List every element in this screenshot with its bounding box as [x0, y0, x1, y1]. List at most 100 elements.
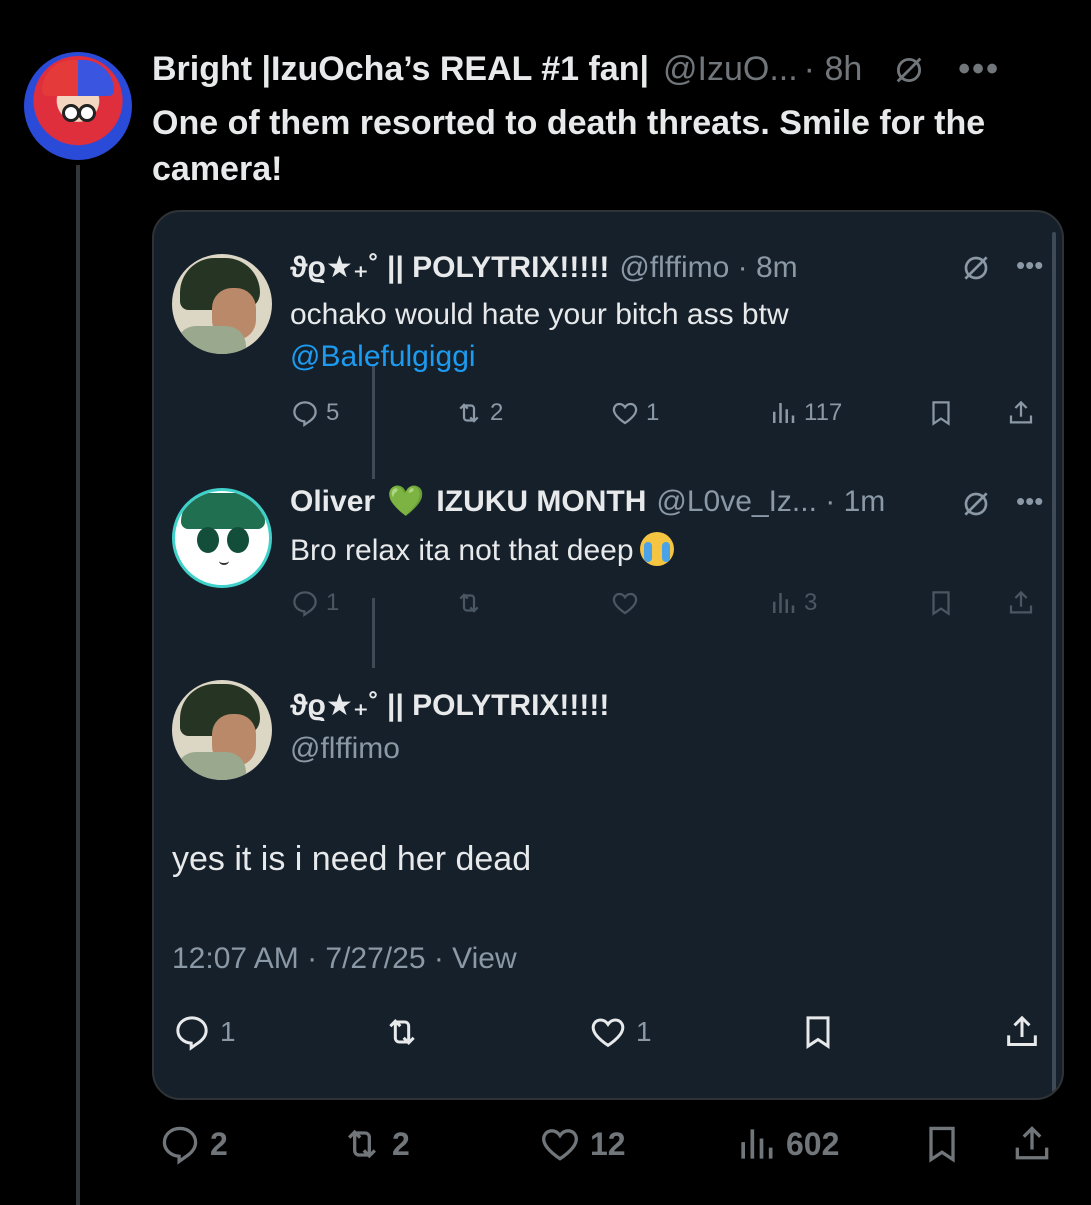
tweet-actions: 1 3 [290, 588, 1050, 628]
tweet-header: ϑϱ★₊˚ || POLYTRIX!!!!! [290, 688, 609, 723]
views-button[interactable]: 602 [734, 1122, 839, 1166]
tweet-timestamp[interactable]: 12:07 AM · 7/27/25 · View [172, 942, 517, 976]
tweet-header: ϑϱ★₊˚ || POLYTRIX!!!!! @flffimo · 8m [290, 250, 798, 285]
bookmark-icon [798, 1012, 838, 1052]
repost-button[interactable] [454, 588, 490, 618]
views-count: 3 [804, 589, 818, 616]
repost-button[interactable]: 2 [340, 1122, 410, 1166]
views-count: 602 [786, 1125, 840, 1162]
share-button[interactable] [1010, 1122, 1062, 1166]
reply-button[interactable]: 2 [158, 1122, 228, 1166]
reply-button[interactable]: 1 [172, 1012, 236, 1052]
author-handle[interactable]: @flffimo [290, 732, 400, 766]
views-button[interactable]: 3 [768, 588, 817, 618]
reply-button[interactable]: 5 [290, 398, 339, 428]
like-icon [610, 588, 640, 618]
repost-button[interactable]: 2 [454, 398, 503, 428]
tweet-actions: 1 1 [172, 1012, 1052, 1062]
mention-link[interactable]: @Balefulgiggi [290, 336, 789, 378]
avatar[interactable] [172, 680, 272, 780]
more-icon[interactable]: ••• [1016, 250, 1043, 281]
thread-line [76, 165, 80, 1205]
author-name[interactable]: Oliver [290, 485, 375, 519]
like-button[interactable] [610, 588, 646, 618]
tweet-text-line: ochako would hate your bitch ass btw [290, 298, 789, 331]
like-count: 1 [636, 1016, 652, 1047]
reply-icon [290, 398, 320, 428]
reply-count: 5 [326, 399, 340, 426]
reply-count: 1 [326, 589, 340, 616]
repost-count: 2 [490, 399, 504, 426]
repost-button[interactable] [382, 1012, 430, 1052]
bookmark-button[interactable] [926, 588, 962, 618]
author-name-suffix[interactable]: IZUKU MONTH [436, 485, 646, 519]
tweet-text: yes it is i need her dead [172, 840, 532, 878]
like-button[interactable]: 1 [610, 398, 659, 428]
avatar[interactable] [24, 52, 132, 160]
bookmark-icon [920, 1122, 964, 1166]
bookmark-button[interactable] [920, 1122, 972, 1166]
like-icon [610, 398, 640, 428]
scrollbar[interactable] [1052, 232, 1056, 1092]
views-icon [734, 1122, 778, 1166]
like-icon [538, 1122, 582, 1166]
avatar-hat [42, 60, 114, 96]
views-button[interactable]: 117 [768, 398, 842, 428]
more-icon[interactable]: ••• [1016, 486, 1043, 517]
repost-icon [382, 1012, 422, 1052]
reply-count: 1 [220, 1016, 236, 1047]
tweet-handle-row: @flffimo [290, 732, 400, 766]
repost-icon [454, 398, 484, 428]
bookmark-icon [926, 398, 956, 428]
views-icon [768, 398, 798, 428]
author-handle[interactable]: @L0ve_Iz... · 1m [656, 485, 885, 519]
repost-count: 2 [392, 1125, 410, 1162]
post-header: Bright |IzuOcha’s REAL #1 fan| @IzuO... … [152, 50, 1000, 89]
author-name[interactable]: ϑϱ★₊˚ || POLYTRIX!!!!! [290, 250, 609, 285]
like-button[interactable]: 12 [538, 1122, 626, 1166]
author-handle[interactable]: @flffimo · 8m [619, 251, 797, 285]
share-icon [1006, 588, 1036, 618]
tweet-text-line: Bro relax ita not that deep [290, 534, 634, 567]
grok-icon[interactable] [960, 488, 992, 520]
avatar[interactable] [172, 254, 272, 354]
author-name[interactable]: ϑϱ★₊˚ || POLYTRIX!!!!! [290, 688, 609, 723]
reply-icon [158, 1122, 202, 1166]
share-button[interactable] [1002, 1012, 1050, 1052]
like-count: 12 [590, 1125, 626, 1162]
like-button[interactable]: 1 [588, 1012, 652, 1052]
reply-icon [172, 1012, 212, 1052]
grok-icon[interactable] [960, 252, 992, 284]
repost-icon [454, 588, 484, 618]
share-button[interactable] [1006, 588, 1042, 618]
share-icon [1002, 1012, 1042, 1052]
post-actions: 2 2 12 602 [150, 1122, 1060, 1172]
reply-button[interactable]: 1 [290, 588, 339, 618]
views-icon [768, 588, 798, 618]
avatar[interactable] [172, 488, 272, 588]
grok-icon[interactable] [892, 53, 926, 87]
bookmark-button[interactable] [926, 398, 962, 428]
post-time[interactable]: · 8h [804, 50, 863, 89]
tweet-text: Bro relax ita not that deep [290, 530, 674, 572]
share-button[interactable] [1006, 398, 1042, 428]
green-heart-icon: 💚 [387, 485, 425, 518]
quoted-post-card[interactable]: ϑϱ★₊˚ || POLYTRIX!!!!! @flffimo · 8m •••… [152, 210, 1064, 1100]
like-count: 1 [646, 399, 660, 426]
reply-icon [290, 588, 320, 618]
tweet-text: ochako would hate your bitch ass btw @Ba… [290, 294, 789, 378]
author-handle[interactable]: @IzuO... [663, 50, 798, 89]
tweet-header: Oliver 💚 IZUKU MONTH @L0ve_Iz... · 1m [290, 484, 885, 519]
tweet-actions: 5 2 1 117 [290, 398, 1050, 438]
share-icon [1006, 398, 1036, 428]
repost-icon [340, 1122, 384, 1166]
more-icon[interactable]: ••• [958, 50, 1000, 89]
reply-count: 2 [210, 1125, 228, 1162]
share-icon [1010, 1122, 1054, 1166]
like-icon [588, 1012, 628, 1052]
bookmark-icon [926, 588, 956, 618]
post-text: One of them resorted to death threats. S… [152, 104, 986, 188]
bookmark-button[interactable] [798, 1012, 846, 1052]
author-name[interactable]: Bright |IzuOcha’s REAL #1 fan| [152, 50, 649, 89]
crying-emoji-icon [639, 532, 674, 566]
